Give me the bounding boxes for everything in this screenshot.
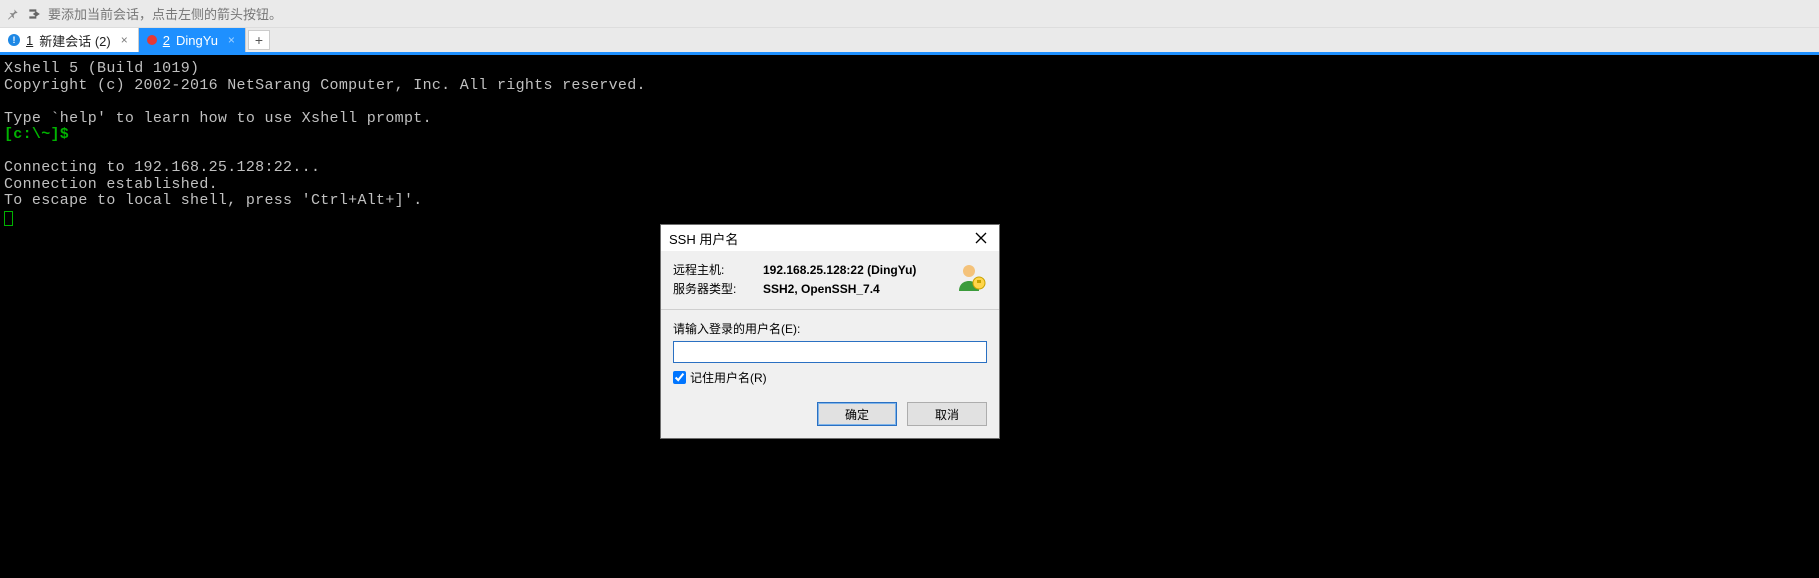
terminal-line: To escape to local shell, press 'Ctrl+Al… (4, 192, 423, 209)
remember-label: 记住用户名(R) (690, 369, 767, 386)
tab-label: DingYu (176, 33, 218, 48)
dialog-title: SSH 用户名 (669, 229, 738, 248)
remote-host-label: 远程主机: (673, 261, 763, 280)
server-type-label: 服务器类型: (673, 280, 763, 299)
username-input[interactable] (673, 341, 987, 363)
toolbar-hint: 要添加当前会话，点击左侧的箭头按钮。 (48, 4, 282, 23)
tab-label: 新建会话 (2) (39, 31, 111, 50)
ok-button[interactable]: 确定 (817, 402, 897, 426)
remember-username-checkbox[interactable]: 记住用户名(R) (673, 369, 987, 386)
username-prompt: 请输入登录的用户名(E): (673, 320, 987, 337)
add-tab-button[interactable]: + (248, 30, 270, 50)
tab-dingyu[interactable]: 2 DingYu × (139, 28, 246, 52)
ssh-username-dialog: SSH 用户名 远程主机: 服务器类型: 192.168.25.128:22 (… (660, 224, 1000, 439)
tab-new-session[interactable]: ! 1 新建会话 (2) × (0, 28, 139, 52)
close-icon[interactable]: × (228, 33, 235, 47)
terminal-cursor (4, 211, 13, 226)
tab-index: 2 (163, 33, 170, 48)
close-button[interactable] (969, 228, 993, 248)
remember-checkbox-box[interactable] (673, 371, 686, 384)
toolbar: 要添加当前会话，点击左侧的箭头按钮。 (0, 0, 1819, 28)
tab-index: 1 (26, 33, 33, 48)
pin-icon[interactable] (6, 7, 20, 21)
terminal-line: Copyright (c) 2002-2016 NetSarang Comput… (4, 77, 646, 94)
tab-bar: ! 1 新建会话 (2) × 2 DingYu × + (0, 28, 1819, 52)
terminal-line: Type `help' to learn how to use Xshell p… (4, 110, 432, 127)
close-icon[interactable]: × (121, 33, 128, 47)
server-type-value: SSH2, OpenSSH_7.4 (763, 280, 949, 299)
add-session-arrow-icon[interactable] (26, 7, 42, 21)
info-icon: ! (8, 34, 20, 46)
terminal-prompt: [c:\~]$ (4, 126, 69, 143)
connection-status-icon (147, 35, 157, 45)
terminal-line: Connecting to 192.168.25.128:22... (4, 159, 320, 176)
user-avatar-icon (955, 261, 987, 296)
terminal-line: Xshell 5 (Build 1019) (4, 60, 199, 77)
terminal-line: Connection established. (4, 176, 218, 193)
dialog-titlebar[interactable]: SSH 用户名 (661, 225, 999, 251)
cancel-button[interactable]: 取消 (907, 402, 987, 426)
remote-host-value: 192.168.25.128:22 (DingYu) (763, 261, 949, 280)
